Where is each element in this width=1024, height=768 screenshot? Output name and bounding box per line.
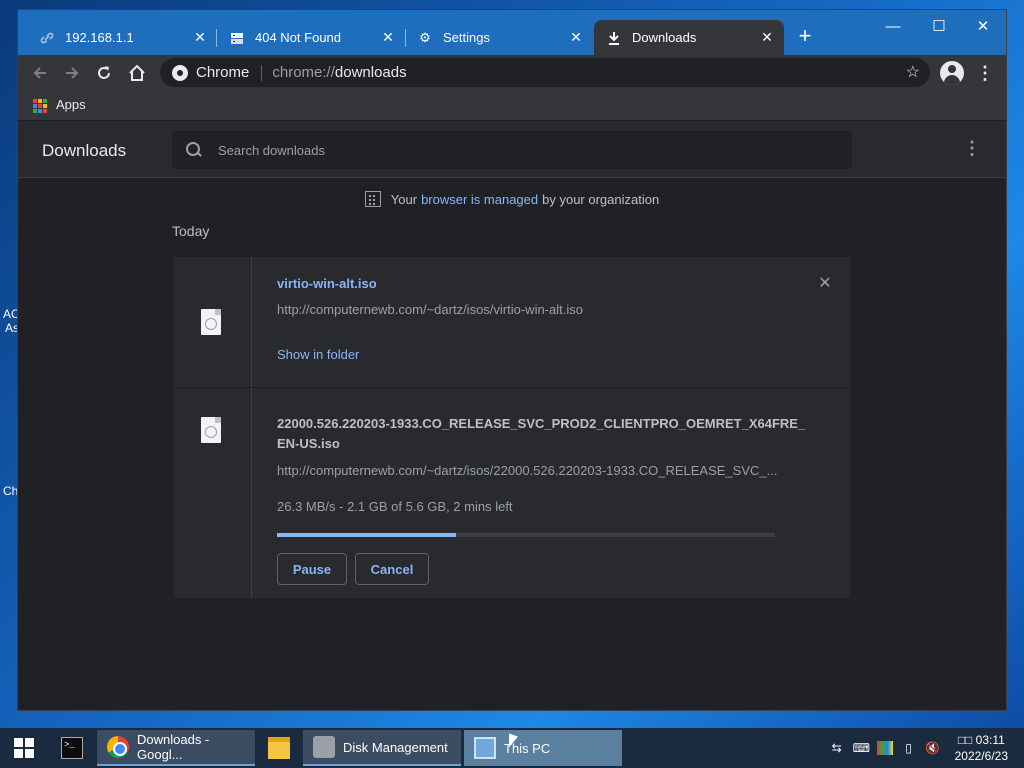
color-app-icon[interactable] <box>876 741 893 755</box>
system-tray: ⇆ ⌨ ▯ 🔇 □□ 03:11 2022/6/23 <box>829 728 1024 768</box>
volume-muted-icon[interactable]: 🔇 <box>925 741 941 755</box>
url-scheme: chrome:// <box>272 64 335 81</box>
chrome-icon <box>107 736 129 758</box>
search-box[interactable] <box>172 131 852 169</box>
pause-button[interactable]: Pause <box>277 553 347 585</box>
download-item: virtio-win-alt.iso http://computernewb.c… <box>174 257 850 387</box>
downloads-menu-icon[interactable]: ⋮ <box>962 138 982 159</box>
chrome-menu-icon[interactable]: ⋮ <box>975 61 995 85</box>
arrow-left-icon <box>33 67 46 79</box>
folder-icon <box>268 737 290 759</box>
close-tab-icon[interactable]: ✕ <box>567 28 585 46</box>
this-pc-icon <box>474 737 496 759</box>
apps-grid-icon[interactable] <box>33 99 47 113</box>
tab-settings[interactable]: ⚙ Settings ✕ <box>405 20 593 55</box>
address-bar[interactable]: Chrome chrome:// downloads ☆ <box>160 58 930 87</box>
tab-title: Downloads <box>632 30 697 45</box>
taskbar-label: Downloads - Googl... <box>137 732 210 762</box>
search-icon <box>186 142 202 158</box>
apps-shortcut[interactable]: Apps <box>56 97 86 112</box>
download-filename: 22000.526.220203-1933.CO_RELEASE_SVC_PRO… <box>277 414 805 454</box>
tab-title: Settings <box>443 30 490 45</box>
browser-window: 192.168.1.1 ✕ 404 Not Found ✕ ⚙ Settings… <box>17 9 1007 711</box>
reload-button[interactable] <box>92 61 116 85</box>
clock-date: 2022/6/23 <box>954 749 1008 763</box>
taskbar-explorer[interactable] <box>257 730 301 766</box>
download-filename-link[interactable]: virtio-win-alt.iso <box>277 274 377 294</box>
bookmarks-bar: Apps <box>18 90 1006 121</box>
close-tab-icon[interactable]: ✕ <box>758 28 776 46</box>
tab-title: 192.168.1.1 <box>65 30 134 45</box>
download-icon <box>606 30 622 46</box>
iso-file-icon <box>201 417 221 443</box>
tab-404[interactable]: 404 Not Found ✕ <box>217 20 405 55</box>
url-path: downloads <box>334 64 407 81</box>
download-url[interactable]: http://computernewb.com/~dartz/isos/2200… <box>277 463 777 478</box>
mouse-cursor-icon <box>509 733 518 751</box>
download-item: 22000.526.220203-1933.CO_RELEASE_SVC_PRO… <box>174 388 850 598</box>
file-icon-column <box>174 257 252 387</box>
network-icon[interactable]: ⇆ <box>829 741 845 755</box>
server-icon <box>229 30 245 46</box>
downloads-header: Downloads ⋮ <box>18 121 1006 178</box>
usb-icon[interactable]: ▯ <box>901 741 917 755</box>
profile-avatar-icon[interactable] <box>940 61 964 85</box>
managed-prefix: Your <box>390 191 418 207</box>
site-chip: Chrome <box>196 64 250 81</box>
new-tab-button[interactable]: + <box>794 25 816 48</box>
disk-management-icon <box>313 736 335 758</box>
managed-link[interactable]: browser is managed <box>421 192 538 207</box>
download-url[interactable]: http://computernewb.com/~dartz/isos/virt… <box>277 302 583 317</box>
forward-button[interactable] <box>60 61 84 85</box>
taskbar-disk-management[interactable]: Disk Management <box>303 730 461 766</box>
cancel-button[interactable]: Cancel <box>355 553 429 585</box>
managed-notice: Your browser is managed by your organiza… <box>18 191 1006 207</box>
file-icon-column <box>174 388 252 598</box>
keyboard-icon[interactable]: ⌨ <box>853 741 870 755</box>
windows-logo-icon <box>14 738 34 758</box>
reload-icon <box>98 66 110 79</box>
clock[interactable]: □□ 03:11 2022/6/23 <box>955 732 1008 764</box>
building-icon <box>364 191 381 207</box>
taskbar-this-pc[interactable]: This PC <box>464 730 622 766</box>
iso-file-icon <box>201 309 221 335</box>
taskbar-label: Disk Management <box>343 739 448 755</box>
terminal-icon <box>61 737 83 759</box>
progress-fill <box>277 533 457 537</box>
tab-title: 404 Not Found <box>255 30 342 45</box>
filename-line: 22000.526.220203-1933.CO_RELEASE_SVC_PRO… <box>277 416 806 431</box>
remove-download-icon[interactable]: ✕ <box>816 273 834 293</box>
arrow-right-icon <box>66 67 79 79</box>
back-button[interactable] <box>28 61 52 85</box>
home-button[interactable] <box>125 61 149 85</box>
close-tab-icon[interactable]: ✕ <box>379 28 397 46</box>
taskbar-terminal[interactable] <box>50 730 94 766</box>
gear-icon: ⚙ <box>419 29 431 45</box>
tab-router[interactable]: 192.168.1.1 ✕ <box>27 20 217 55</box>
maximize-button[interactable]: ☐ <box>916 14 962 38</box>
page-title: Downloads <box>42 141 127 160</box>
download-progress-bar <box>277 533 775 537</box>
toolbar: Chrome chrome:// downloads ☆ ⋮ <box>18 55 1006 90</box>
tab-downloads[interactable]: Downloads ✕ <box>594 20 784 55</box>
date-section-label: Today <box>172 223 210 239</box>
clock-time: □□ 03:11 <box>957 733 1005 747</box>
close-window-button[interactable]: ✕ <box>960 14 1006 38</box>
start-button[interactable] <box>0 728 48 768</box>
filename-line: EN-US.iso <box>277 436 340 451</box>
minimize-button[interactable]: — <box>870 14 916 38</box>
search-input[interactable] <box>218 142 818 158</box>
tab-strip: 192.168.1.1 ✕ 404 Not Found ✕ ⚙ Settings… <box>18 10 1006 55</box>
show-in-folder-link[interactable]: Show in folder <box>277 347 359 362</box>
close-tab-icon[interactable]: ✕ <box>191 28 209 46</box>
home-icon <box>129 64 145 81</box>
bookmark-star-icon[interactable]: ☆ <box>906 62 920 82</box>
taskbar-chrome[interactable]: Downloads - Googl... <box>97 730 255 766</box>
link-icon <box>39 30 55 46</box>
managed-suffix: by your organization <box>542 191 660 207</box>
chrome-page-icon <box>172 64 188 81</box>
download-status: 26.3 MB/s - 2.1 GB of 5.6 GB, 2 mins lef… <box>277 499 513 514</box>
